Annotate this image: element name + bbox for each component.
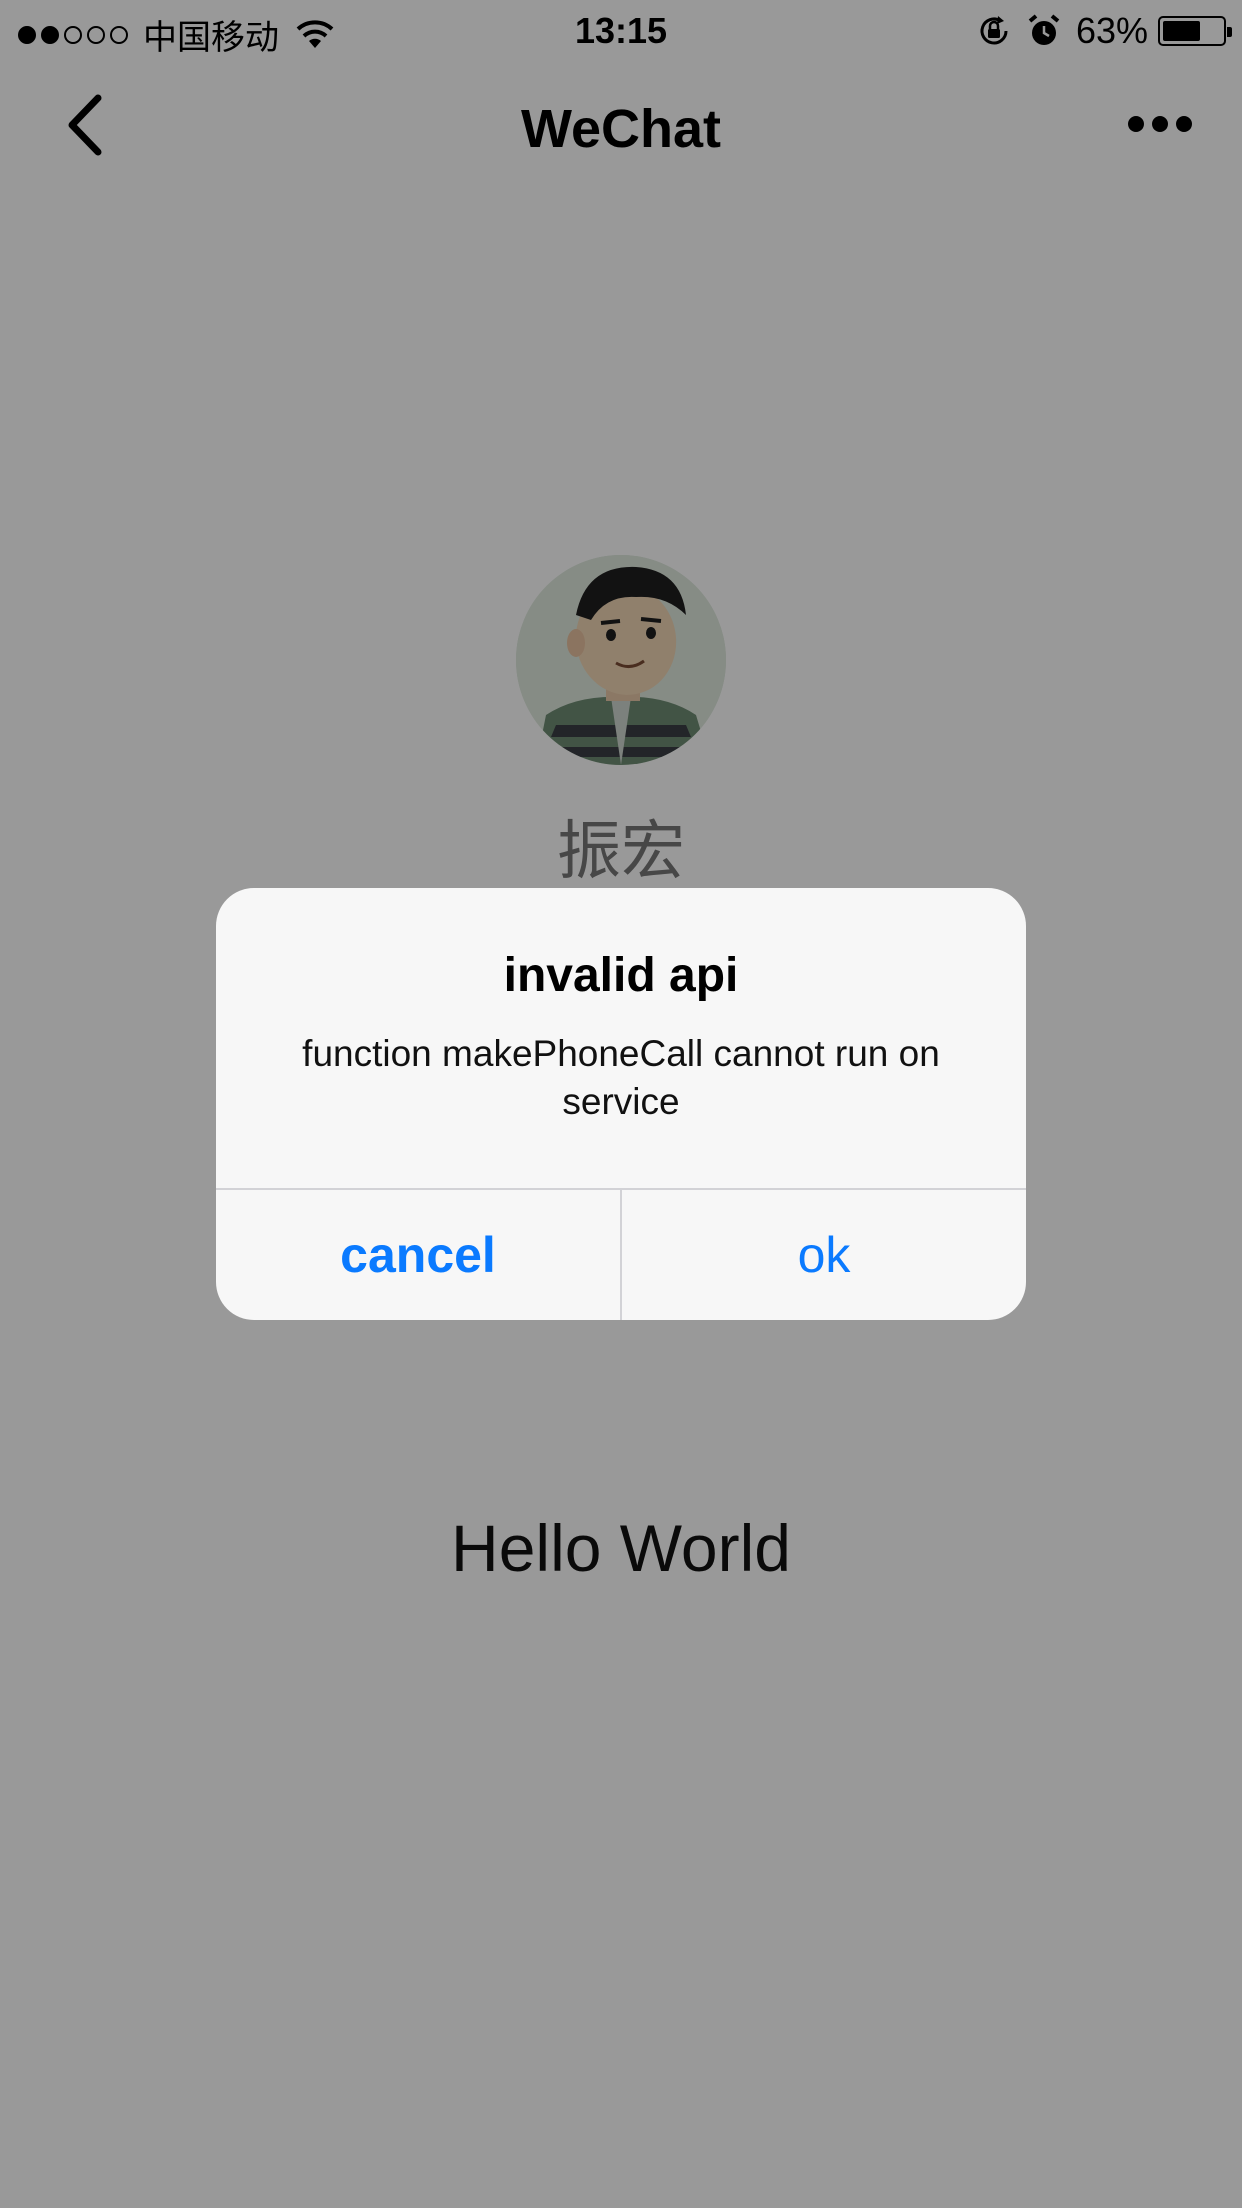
alert-dialog: invalid api function makePhoneCall canno… <box>216 888 1026 1320</box>
alert-title: invalid api <box>503 949 739 1002</box>
cancel-button[interactable]: cancel <box>216 1190 620 1320</box>
ok-button[interactable]: ok <box>622 1190 1026 1320</box>
alert-message: function makePhoneCall cannot run on ser… <box>302 1033 940 1122</box>
